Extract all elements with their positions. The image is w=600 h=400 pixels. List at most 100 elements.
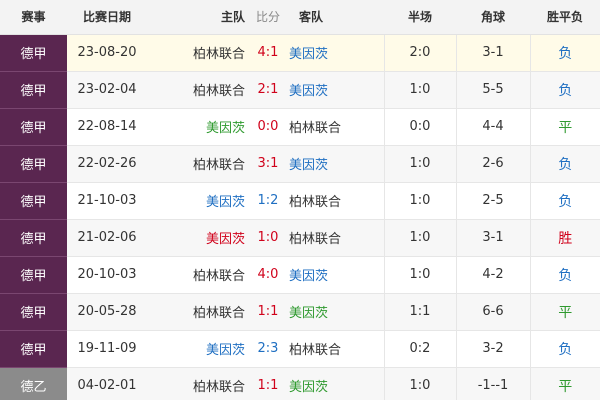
table-row[interactable]: 德甲 20-10-03 柏林联合 4:0 美因茨 1:0 4-2 负: [0, 256, 600, 294]
league-cell: 德甲: [0, 330, 67, 368]
corner-cell: 5-5: [455, 71, 530, 108]
date-cell: 19-11-09: [77, 341, 137, 356]
date-cell: 22-02-26: [77, 156, 137, 171]
result-cell: 负: [529, 330, 600, 367]
date-cell: 21-10-03: [77, 193, 137, 208]
result-cell: 负: [529, 34, 600, 71]
table-row[interactable]: 德甲 21-10-03 美因茨 1:2 柏林联合 1:0 2-5 负: [0, 182, 600, 220]
corner-cell: 4-2: [455, 256, 530, 293]
table-row[interactable]: 德甲 19-11-09 美因茨 2:3 柏林联合 0:2 3-2 负: [0, 330, 600, 368]
table-row[interactable]: 德甲 21-02-06 美因茨 1:0 柏林联合 1:0 3-1 胜: [0, 219, 600, 257]
corner-cell: -1--1: [455, 367, 530, 400]
home-team-cell[interactable]: 美因茨: [147, 330, 251, 367]
score-cell: 1:1: [257, 378, 279, 393]
header-away: 客队: [285, 0, 384, 35]
table-row[interactable]: 德甲 23-02-04 柏林联合 2:1 美因茨 1:0 5-5 负: [0, 71, 600, 109]
table-row[interactable]: 德甲 20-05-28 柏林联合 1:1 美因茨 1:1 6-6 平: [0, 293, 600, 331]
home-team-cell[interactable]: 柏林联合: [147, 34, 251, 71]
league-cell: 德甲: [0, 182, 67, 220]
home-team-cell[interactable]: 柏林联合: [147, 145, 251, 182]
table-row[interactable]: 德甲 22-08-14 美因茨 0:0 柏林联合 0:0 4-4 平: [0, 108, 600, 146]
league-cell: 德甲: [0, 108, 67, 146]
corner-cell: 3-1: [455, 219, 530, 256]
league-cell: 德乙: [0, 367, 67, 400]
home-team-cell[interactable]: 柏林联合: [147, 367, 251, 400]
score-cell: 0:0: [257, 119, 279, 134]
league-cell: 德甲: [0, 293, 67, 331]
result-cell: 负: [529, 256, 600, 293]
away-team-cell[interactable]: 柏林联合: [285, 330, 384, 367]
half-score-cell: 2:0: [383, 34, 456, 71]
half-score-cell: 0:0: [383, 108, 456, 145]
away-team-cell[interactable]: 美因茨: [285, 71, 384, 108]
corner-cell: 2-6: [455, 145, 530, 182]
league-cell: 德甲: [0, 219, 67, 257]
score-cell: 4:0: [257, 267, 279, 282]
table-row[interactable]: 德甲 23-08-20 柏林联合 4:1 美因茨 2:0 3-1 负: [0, 34, 600, 72]
home-team-cell[interactable]: 美因茨: [147, 108, 251, 145]
header-score: 比分: [251, 0, 285, 35]
header-corner: 角球: [456, 0, 530, 35]
league-cell: 德甲: [0, 256, 67, 294]
table-row[interactable]: 德甲 22-02-26 柏林联合 3:1 美因茨 1:0 2-6 负: [0, 145, 600, 183]
header-result: 胜平负: [530, 0, 600, 35]
corner-cell: 2-5: [455, 182, 530, 219]
score-cell: 2:1: [257, 82, 279, 97]
away-team-cell[interactable]: 美因茨: [285, 34, 384, 71]
half-score-cell: 1:0: [383, 256, 456, 293]
half-score-cell: 1:0: [383, 219, 456, 256]
result-cell: 负: [529, 145, 600, 182]
away-team-cell[interactable]: 柏林联合: [285, 108, 384, 145]
score-cell: 1:2: [257, 193, 279, 208]
home-team-cell[interactable]: 柏林联合: [147, 256, 251, 293]
half-score-cell: 1:1: [383, 293, 456, 330]
date-cell: 04-02-01: [77, 378, 137, 393]
result-cell: 平: [529, 108, 600, 145]
home-team-cell[interactable]: 柏林联合: [147, 293, 251, 330]
result-cell: 胜: [529, 219, 600, 256]
home-team-cell[interactable]: 美因茨: [147, 182, 251, 219]
away-team-cell[interactable]: 美因茨: [285, 145, 384, 182]
away-team-cell[interactable]: 柏林联合: [285, 182, 384, 219]
table-header-row: 赛事 比赛日期 主队 比分 客队 半场 角球 胜平负: [0, 0, 600, 35]
away-team-cell[interactable]: 美因茨: [285, 256, 384, 293]
result-cell: 平: [529, 293, 600, 330]
date-cell: 21-02-06: [77, 230, 137, 245]
league-cell: 德甲: [0, 34, 67, 72]
score-cell: 1:1: [257, 304, 279, 319]
result-cell: 负: [529, 71, 600, 108]
date-cell: 20-05-28: [77, 304, 137, 319]
date-cell: 23-02-04: [77, 82, 137, 97]
corner-cell: 3-1: [455, 34, 530, 71]
header-home: 主队: [147, 0, 251, 35]
result-cell: 负: [529, 182, 600, 219]
away-team-cell[interactable]: 美因茨: [285, 293, 384, 330]
score-cell: 4:1: [257, 45, 279, 60]
date-cell: 22-08-14: [77, 119, 137, 134]
date-cell: 23-08-20: [77, 45, 137, 60]
away-team-cell[interactable]: 柏林联合: [285, 219, 384, 256]
half-score-cell: 1:0: [383, 182, 456, 219]
half-score-cell: 1:0: [383, 145, 456, 182]
league-cell: 德甲: [0, 145, 67, 183]
home-team-cell[interactable]: 美因茨: [147, 219, 251, 256]
table-row[interactable]: 德乙 04-02-01 柏林联合 1:1 美因茨 1:0 -1--1 平: [0, 367, 600, 400]
half-score-cell: 1:0: [383, 71, 456, 108]
corner-cell: 3-2: [455, 330, 530, 367]
header-league: 赛事: [0, 0, 67, 35]
half-score-cell: 0:2: [383, 330, 456, 367]
corner-cell: 6-6: [455, 293, 530, 330]
result-cell: 平: [529, 367, 600, 400]
score-cell: 1:0: [257, 230, 279, 245]
date-cell: 20-10-03: [77, 267, 137, 282]
score-cell: 3:1: [257, 156, 279, 171]
score-cell: 2:3: [257, 341, 279, 356]
header-half: 半场: [384, 0, 456, 35]
home-team-cell[interactable]: 柏林联合: [147, 71, 251, 108]
head-to-head-table: 赛事 比赛日期 主队 比分 客队 半场 角球 胜平负 德甲 23-08-20 柏…: [0, 0, 600, 400]
header-date: 比赛日期: [67, 0, 147, 35]
corner-cell: 4-4: [455, 108, 530, 145]
away-team-cell[interactable]: 美因茨: [285, 367, 384, 400]
league-cell: 德甲: [0, 71, 67, 109]
half-score-cell: 1:0: [383, 367, 456, 400]
